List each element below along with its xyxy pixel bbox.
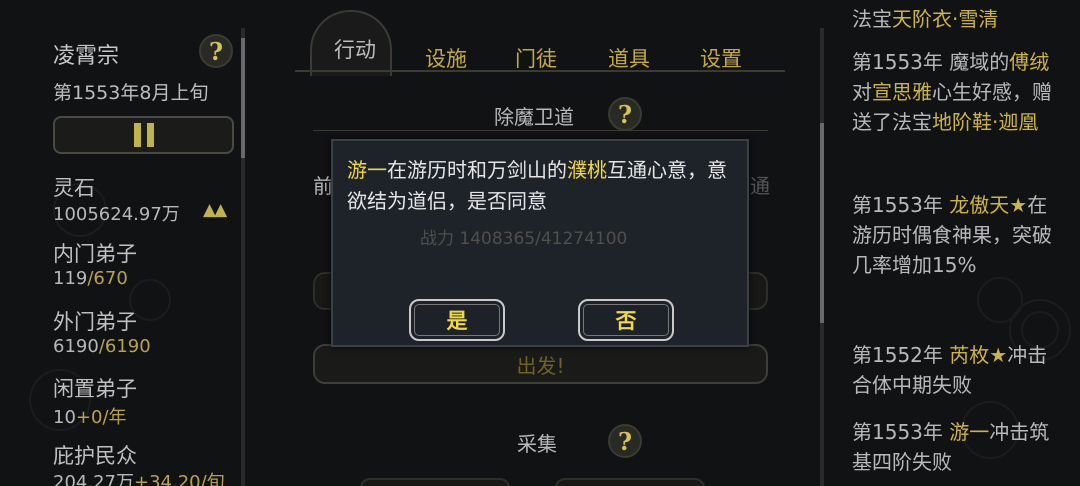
section-title-demon-slaying: 除魔卫道 <box>494 105 574 129</box>
stat-label-outer-disciples: 外门弟子 <box>53 310 137 334</box>
partial-label: 通 <box>750 174 770 198</box>
stat-label-idle-disciples: 闲置弟子 <box>53 377 137 401</box>
tab-facilities[interactable]: 设施 <box>425 43 467 73</box>
dialog-message: 游一在游历时和万剑山的濮桃互通心意，意欲结为道侣，是否同意 <box>347 158 727 213</box>
front-label: 前 <box>313 174 333 198</box>
tab-disciples[interactable]: 门徒 <box>515 43 557 73</box>
log-entry: 第1552年 芮枚★冲击合体中期失败 <box>852 343 1048 397</box>
log-entry: 第1553年 龙傲天★在游历时偶食神果，突破几率增加15% <box>852 193 1052 277</box>
tab-action[interactable]: 行动 <box>334 34 376 64</box>
partner-name: 濮桃 <box>567 158 607 182</box>
game-date: 第1553年8月上旬 <box>53 82 209 104</box>
help-icon[interactable]: ? <box>199 34 233 68</box>
power-readout: 战力 1408365/41274100 <box>420 229 628 249</box>
stat-value-protected-people: 204.27万+34.20/旬 <box>53 472 225 486</box>
tab-settings[interactable]: 设置 <box>700 43 742 73</box>
stat-label-spirit-stones: 灵石 <box>53 176 95 200</box>
help-icon[interactable]: ? <box>608 424 642 458</box>
disciple-name: 游一 <box>347 158 387 182</box>
log-entry: 第1553年 游一冲击筑基四阶失败 <box>852 420 1050 474</box>
left-scrollbar[interactable] <box>241 28 245 486</box>
stat-value-outer-disciples: 6190/6190 <box>53 336 151 357</box>
depart-button[interactable]: 出发! <box>313 344 768 384</box>
section-divider <box>313 130 768 131</box>
pause-icon <box>133 123 141 147</box>
log-entry: 法宝天阶衣·雪清 <box>852 7 999 31</box>
increase-triangle-icon: ▲▲ <box>203 200 227 220</box>
gather-option-left[interactable] <box>360 478 510 486</box>
stat-value-inner-disciples: 119/670 <box>53 268 128 289</box>
section-title-gathering: 采集 <box>517 432 557 456</box>
yes-button[interactable]: 是 <box>409 299 505 341</box>
left-status-panel: 凌霄宗 ? 第1553年8月上旬 灵石 1005624.97万 ▲▲ 内门弟子 … <box>0 0 255 486</box>
stat-label-protected-people: 庇护民众 <box>53 444 137 468</box>
tab-items[interactable]: 道具 <box>608 43 650 73</box>
log-entry: 第1553年 魔域的傅绒对宣思雅心生好感，赠送了法宝地阶鞋·迦凰 <box>852 50 1052 134</box>
no-button[interactable]: 否 <box>578 299 674 341</box>
help-icon[interactable]: ? <box>608 97 642 131</box>
pause-button[interactable] <box>53 116 234 154</box>
gather-option-right[interactable] <box>555 478 705 486</box>
right-scrollbar[interactable] <box>820 28 824 486</box>
sect-name: 凌霄宗 <box>53 44 120 69</box>
stat-value-idle-disciples: 10+0/年 <box>53 407 127 428</box>
stat-value-spirit-stones: 1005624.97万 <box>53 204 180 225</box>
stat-label-inner-disciples: 内门弟子 <box>53 242 137 266</box>
